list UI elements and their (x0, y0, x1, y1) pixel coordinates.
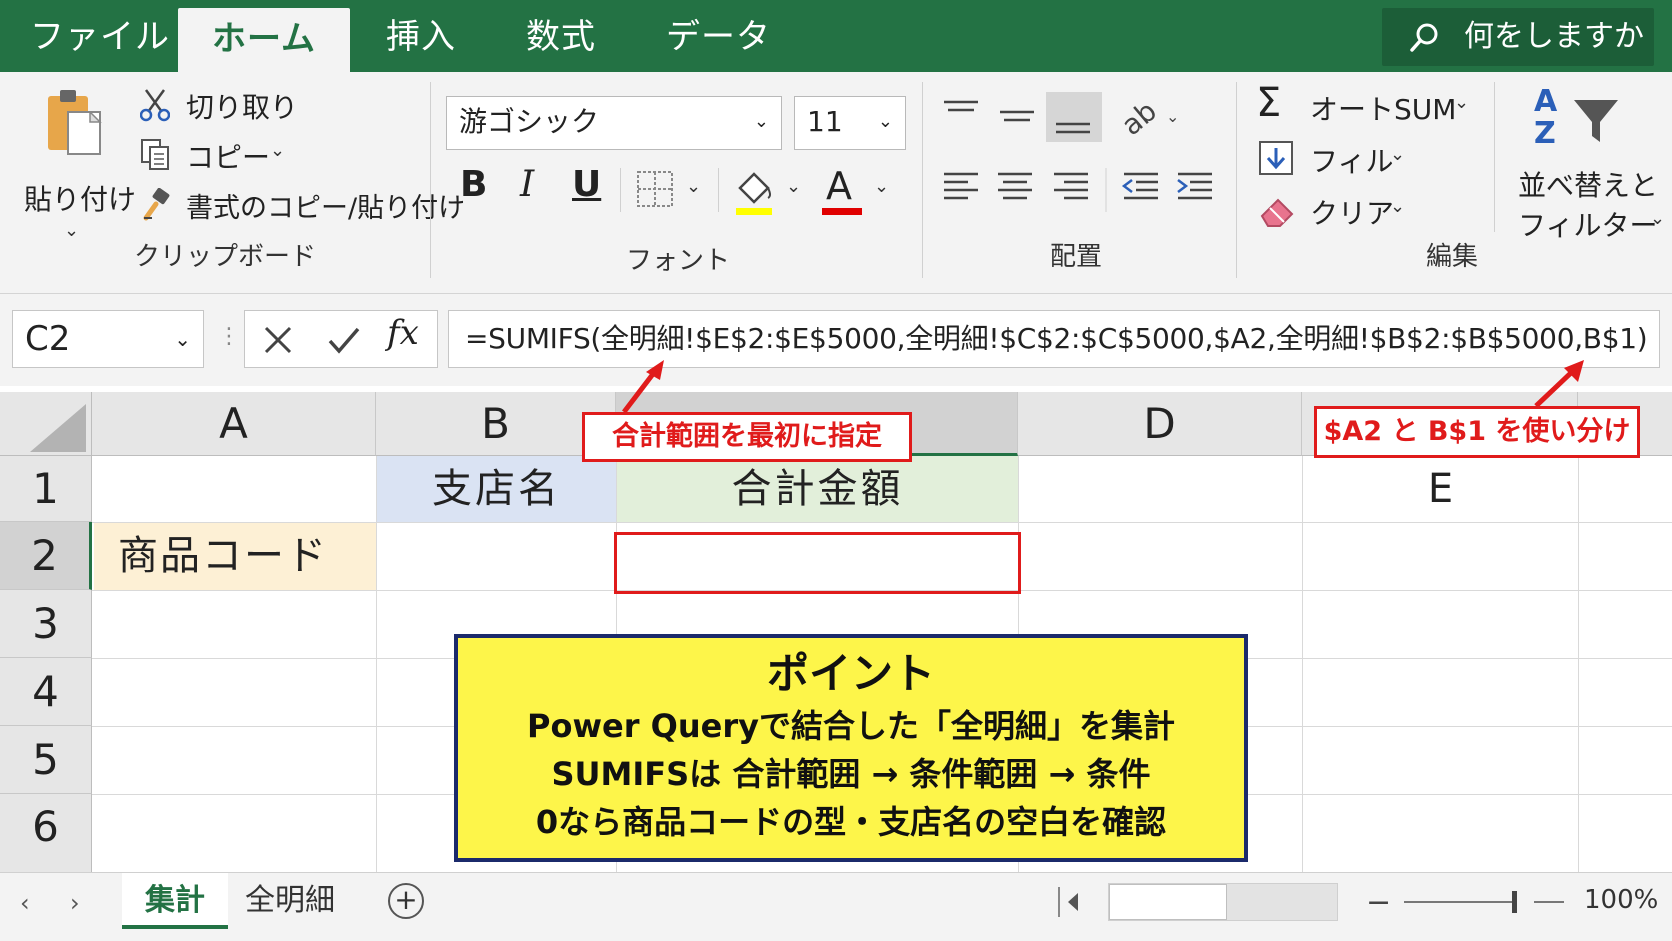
zoom-slider-track-right (1534, 901, 1564, 903)
zoom-out-button[interactable]: − (1366, 885, 1391, 920)
horizontal-scrollbar-thumb[interactable] (1109, 884, 1227, 920)
sheet-tab-all-details[interactable]: 全明細 (234, 873, 346, 929)
point-line-2: SUMIFSは 合計範囲 → 条件範囲 → 条件 (551, 755, 1151, 793)
scroll-sheets-right-icon[interactable]: › (70, 889, 80, 917)
add-sheet-button[interactable]: + (388, 883, 424, 919)
point-line-1: Power Queryで結合した「全明細」を集計 (527, 707, 1175, 745)
sheet-tab-bar: ‹ › 集計 全明細 + − 100% (0, 872, 1672, 941)
sheet-tab-summary[interactable]: 集計 (122, 873, 228, 929)
arrow-to-mixed-ref (1534, 368, 1576, 408)
scroll-left-icon (1068, 893, 1078, 911)
zoom-slider-track[interactable] (1404, 901, 1514, 903)
point-title: ポイント (766, 649, 935, 698)
callout-sum-range: 合計範囲を最初に指定 (582, 412, 912, 462)
scroll-sheets-left-icon[interactable]: ‹ (20, 889, 30, 917)
horizontal-scrollbar-track[interactable] (1108, 883, 1338, 921)
arrow-to-sum-range (622, 368, 658, 414)
point-note-box: ポイント Power Queryで結合した「全明細」を集計 SUMIFSは 合計… (454, 634, 1248, 862)
scrollbar-left-end[interactable] (1058, 887, 1088, 917)
zoom-slider-handle[interactable] (1512, 891, 1517, 913)
point-line-3: 0なら商品コードの型・支店名の空白を確認 (535, 803, 1167, 841)
callout-mixed-reference: $A2 と B$1 を使い分け (1314, 406, 1640, 458)
zoom-level[interactable]: 100% (1584, 885, 1658, 915)
